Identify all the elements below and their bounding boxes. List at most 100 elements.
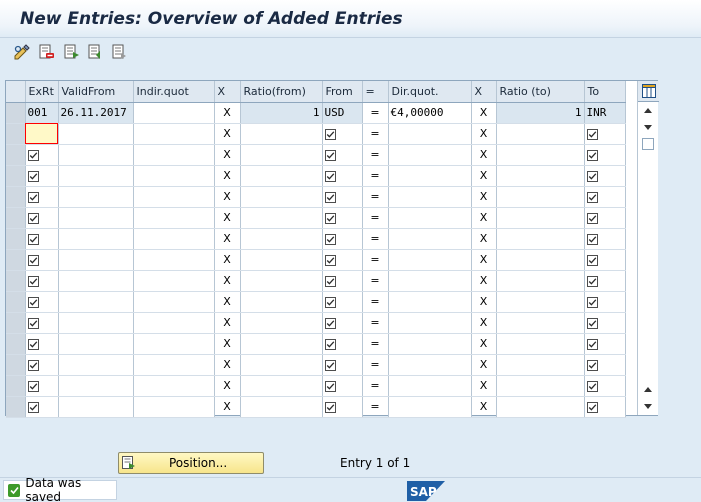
col-header-ratio-to[interactable]: Ratio (to) xyxy=(496,81,585,103)
exrt-input[interactable] xyxy=(25,375,59,397)
indir-quot-input[interactable] xyxy=(133,165,215,187)
checkbox-icon[interactable] xyxy=(324,380,336,392)
select-all-rows-cell[interactable] xyxy=(6,81,26,103)
checkbox-icon[interactable] xyxy=(586,191,598,203)
row-selector[interactable] xyxy=(6,354,26,376)
col-header-x-direct[interactable]: X xyxy=(471,81,497,103)
from-currency-input[interactable] xyxy=(322,249,363,271)
row-selector[interactable] xyxy=(6,228,26,250)
validfrom-input[interactable] xyxy=(58,249,134,271)
to-currency-input[interactable] xyxy=(584,354,626,376)
ratio-to-input[interactable] xyxy=(496,270,585,292)
checkbox-icon[interactable] xyxy=(586,317,598,329)
checkbox-icon[interactable] xyxy=(27,191,39,203)
checkbox-icon[interactable] xyxy=(586,149,598,161)
dir-quot-input[interactable] xyxy=(388,270,472,292)
validfrom-input[interactable] xyxy=(58,375,134,397)
checkbox-icon[interactable] xyxy=(27,275,39,287)
to-currency-input[interactable] xyxy=(584,333,626,355)
row-selector[interactable] xyxy=(6,123,26,145)
dir-quot-input[interactable] xyxy=(388,228,472,250)
ratio-to-input[interactable] xyxy=(496,249,585,271)
dir-quot-input[interactable] xyxy=(388,186,472,208)
from-currency-input[interactable] xyxy=(322,228,363,250)
exrt-input[interactable] xyxy=(25,312,59,334)
exrt-input[interactable] xyxy=(25,207,59,229)
row-selector[interactable] xyxy=(6,165,26,187)
exrt-input[interactable] xyxy=(25,270,59,292)
checkbox-icon[interactable] xyxy=(27,254,39,266)
checkbox-icon[interactable] xyxy=(324,170,336,182)
dir-quot-input[interactable] xyxy=(388,333,472,355)
ratio-to-input[interactable] xyxy=(496,333,585,355)
indir-quot-input[interactable] xyxy=(133,375,215,397)
table-settings-icon[interactable] xyxy=(638,81,659,102)
to-currency-input[interactable] xyxy=(584,165,626,187)
exrt-input[interactable] xyxy=(25,354,59,376)
ratio-to-input[interactable] xyxy=(496,312,585,334)
validfrom-input[interactable] xyxy=(58,270,134,292)
change-display-icon[interactable] xyxy=(12,43,32,61)
from-currency-input[interactable] xyxy=(322,186,363,208)
validfrom-input[interactable] xyxy=(58,291,134,313)
exrt-input[interactable] xyxy=(25,249,59,271)
validfrom-input[interactable] xyxy=(58,123,134,145)
checkbox-icon[interactable] xyxy=(324,254,336,266)
ratio-from-input[interactable] xyxy=(240,312,323,334)
checkbox-icon[interactable] xyxy=(586,128,598,140)
from-currency-input[interactable] xyxy=(322,165,363,187)
from-currency-input[interactable] xyxy=(322,207,363,229)
indir-quot-cell[interactable] xyxy=(133,102,215,124)
ratio-to-input[interactable] xyxy=(496,396,585,418)
indir-quot-input[interactable] xyxy=(133,186,215,208)
position-button[interactable]: Position... xyxy=(118,452,264,474)
checkbox-icon[interactable] xyxy=(324,128,336,140)
indir-quot-input[interactable] xyxy=(133,207,215,229)
checkbox-icon[interactable] xyxy=(27,296,39,308)
checkbox-icon[interactable] xyxy=(27,317,39,329)
exrt-input[interactable] xyxy=(25,396,59,418)
from-currency-input[interactable] xyxy=(322,123,363,145)
ratio-to-input[interactable] xyxy=(496,123,585,145)
row-selector[interactable] xyxy=(6,396,26,418)
ratio-to-input[interactable] xyxy=(496,207,585,229)
ratio-from-input[interactable] xyxy=(240,270,323,292)
scroll-page-down-icon[interactable] xyxy=(644,404,652,409)
checkbox-icon[interactable] xyxy=(324,317,336,329)
col-header-equals[interactable]: = xyxy=(362,81,389,103)
to-currency-input[interactable] xyxy=(584,375,626,397)
ratio-from-input[interactable] xyxy=(240,207,323,229)
validfrom-input[interactable] xyxy=(58,186,134,208)
row-selector[interactable] xyxy=(6,249,26,271)
checkbox-icon[interactable] xyxy=(324,149,336,161)
checkbox-icon[interactable] xyxy=(586,296,598,308)
exrt-input[interactable] xyxy=(25,123,59,145)
row-selector[interactable] xyxy=(6,186,26,208)
to-currency-input[interactable] xyxy=(584,207,626,229)
ratio-from-input[interactable] xyxy=(240,123,323,145)
indir-quot-input[interactable] xyxy=(133,123,215,145)
indir-quot-input[interactable] xyxy=(133,312,215,334)
ratio-to-input[interactable] xyxy=(496,354,585,376)
checkbox-icon[interactable] xyxy=(586,233,598,245)
ratio-from-input[interactable] xyxy=(240,354,323,376)
scroll-thumb[interactable] xyxy=(642,138,654,150)
dir-quot-input[interactable] xyxy=(388,354,472,376)
ratio-to-input[interactable] xyxy=(496,291,585,313)
select-all-icon[interactable] xyxy=(62,43,82,61)
row-selector[interactable] xyxy=(6,333,26,355)
row-selector[interactable] xyxy=(6,291,26,313)
checkbox-icon[interactable] xyxy=(324,191,336,203)
checkbox-icon[interactable] xyxy=(586,275,598,287)
validfrom-input[interactable] xyxy=(58,354,134,376)
checkbox-icon[interactable] xyxy=(27,233,39,245)
checkbox-icon[interactable] xyxy=(27,380,39,392)
scroll-page-up-icon[interactable] xyxy=(644,387,652,392)
col-header-from[interactable]: From xyxy=(322,81,363,103)
dir-quot-input[interactable] xyxy=(388,165,472,187)
ratio-from-input[interactable] xyxy=(240,165,323,187)
dir-quot-input[interactable] xyxy=(388,396,472,418)
checkbox-icon[interactable] xyxy=(324,296,336,308)
from-currency-input[interactable] xyxy=(322,354,363,376)
dir-quot-input[interactable] xyxy=(388,249,472,271)
